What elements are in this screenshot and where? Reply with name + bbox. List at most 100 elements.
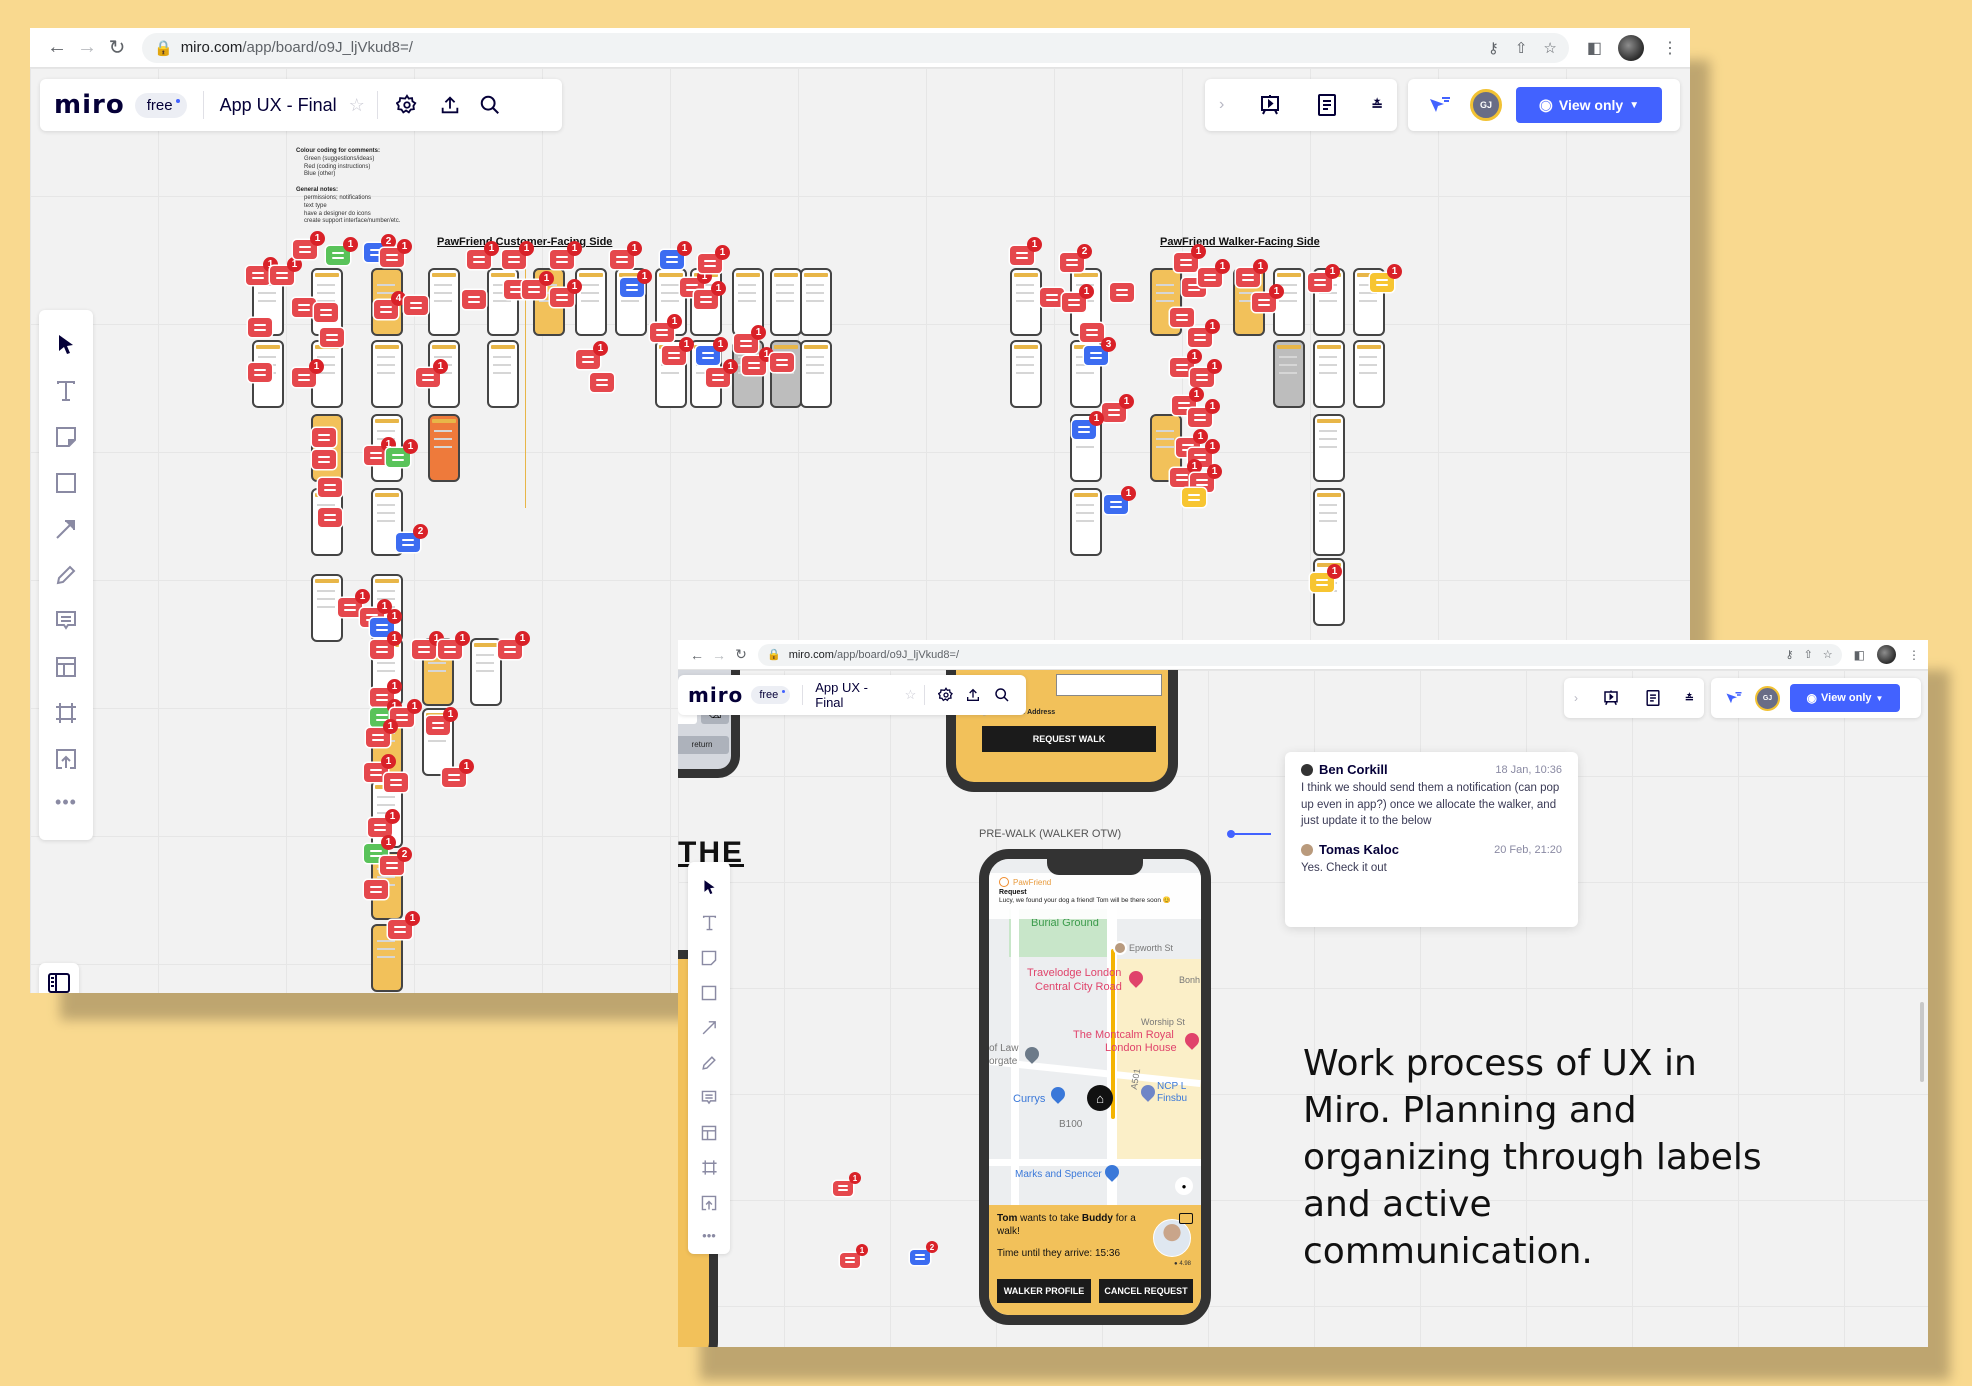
screen-mockup[interactable] xyxy=(1313,488,1345,556)
comment-marker-icon[interactable]: 1 xyxy=(660,241,692,269)
comment-marker-icon[interactable]: 1 xyxy=(364,437,396,465)
comment-marker-icon[interactable]: 1 xyxy=(576,341,608,369)
screen-mockup[interactable] xyxy=(575,268,607,336)
share-icon[interactable]: ⇧ xyxy=(1515,39,1528,57)
comment-marker-icon[interactable]: 1 xyxy=(1310,564,1342,592)
cancel-request-button[interactable]: CANCEL REQUEST xyxy=(1099,1279,1193,1303)
comment-marker-icon[interactable]: 1 xyxy=(1188,319,1220,347)
template-icon[interactable] xyxy=(55,644,77,690)
comment-marker-icon[interactable]: 2 xyxy=(396,524,428,552)
screen-mockup[interactable] xyxy=(487,340,519,408)
board-title[interactable]: App UX - Final xyxy=(815,680,896,710)
screen-mockup[interactable] xyxy=(1070,488,1102,556)
favorite-star-icon[interactable]: ☆ xyxy=(349,95,365,116)
presentation-icon[interactable] xyxy=(1258,93,1282,117)
screen-mockup[interactable] xyxy=(1313,414,1345,482)
comment-marker-icon[interactable]: 1 xyxy=(380,239,412,267)
comment-icon[interactable] xyxy=(55,598,77,644)
comment-marker-icon[interactable]: 1 xyxy=(366,719,398,747)
walker-profile-button[interactable]: WALKER PROFILE xyxy=(997,1279,1091,1303)
screen-mockup[interactable] xyxy=(428,414,460,482)
search-icon[interactable] xyxy=(987,687,1016,703)
comment-marker-icon[interactable] xyxy=(1170,308,1194,327)
cursor-icon[interactable] xyxy=(57,322,75,368)
comment-marker-icon[interactable]: 1 xyxy=(326,237,358,265)
screen-mockup[interactable] xyxy=(800,340,832,408)
screen-mockup[interactable] xyxy=(428,268,460,336)
more-icon[interactable]: ••• xyxy=(702,1220,716,1250)
forward-icon[interactable]: → xyxy=(72,36,102,59)
pen-icon[interactable] xyxy=(55,552,77,598)
comment-marker-icon[interactable] xyxy=(1040,288,1064,307)
comment-marker-icon[interactable] xyxy=(248,363,272,382)
comment-marker-icon[interactable]: 2 xyxy=(380,847,412,875)
comment-marker-icon[interactable]: 1 xyxy=(246,257,278,285)
comment-marker-icon[interactable] xyxy=(1080,323,1104,342)
share-icon[interactable]: ⇧ xyxy=(1804,648,1813,661)
comment-marker-icon[interactable]: 3 xyxy=(1084,337,1116,365)
plan-badge[interactable]: free xyxy=(134,92,187,118)
comment-marker-icon[interactable] xyxy=(318,508,342,527)
browser-profile-avatar[interactable] xyxy=(1618,34,1644,61)
screen-mockup[interactable] xyxy=(1010,268,1042,336)
address-bar[interactable]: 🔒 miro.com/app/board/o9J_ljVkud8=/ ⚷ ⇧ ☆ xyxy=(758,643,1842,666)
arrow-icon[interactable] xyxy=(54,506,78,552)
comment-marker-icon[interactable]: 1 xyxy=(386,439,418,467)
miro-logo[interactable]: miro xyxy=(54,90,125,120)
comment-marker-icon[interactable]: 1 xyxy=(498,631,530,659)
cursor-follow-icon[interactable] xyxy=(1420,95,1460,115)
expand-chevron-icon[interactable]: › xyxy=(1219,96,1224,114)
rectangle-icon[interactable] xyxy=(55,460,77,506)
sticky-note-icon[interactable] xyxy=(701,940,717,975)
settings-gear-icon[interactable] xyxy=(390,94,424,116)
back-icon[interactable]: ← xyxy=(686,647,708,663)
comment-marker-icon[interactable]: 2 xyxy=(910,1241,938,1265)
board-list-toggle[interactable] xyxy=(39,963,79,993)
chat-icon[interactable] xyxy=(1179,1213,1193,1224)
comment-marker-icon[interactable]: 1 xyxy=(1252,284,1284,312)
comment-marker-icon[interactable]: 1 xyxy=(522,271,554,299)
screen-mockup[interactable] xyxy=(800,268,832,336)
comment-marker-icon[interactable]: 1 xyxy=(412,631,444,659)
upload-icon[interactable] xyxy=(701,1185,717,1220)
comment-marker-icon[interactable] xyxy=(404,296,428,315)
collaborator-avatar[interactable]: GJ xyxy=(1755,685,1780,711)
view-only-button[interactable]: ◉ View only ▼ xyxy=(1790,684,1900,712)
screen-mockup[interactable] xyxy=(487,268,519,336)
more-icon[interactable]: ••• xyxy=(55,782,77,822)
key-icon[interactable]: ⚷ xyxy=(1488,39,1499,57)
bookmark-star-icon[interactable]: ☆ xyxy=(1823,648,1833,661)
comment-marker-icon[interactable]: 1 xyxy=(662,337,694,365)
comment-thread[interactable]: Ben Corkill 18 Jan, 10:36 I think we sho… xyxy=(1285,752,1578,927)
comment-marker-icon[interactable]: 1 xyxy=(270,257,302,285)
plan-badge[interactable]: free xyxy=(751,686,791,704)
reload-icon[interactable]: ↻ xyxy=(730,646,752,663)
expand-chevron-icon[interactable]: › xyxy=(1574,691,1578,705)
browser-profile-avatar[interactable] xyxy=(1877,645,1896,664)
more-chevrons-icon[interactable]: ≛ xyxy=(1685,692,1694,705)
favorite-star-icon[interactable]: ☆ xyxy=(905,687,917,703)
comment-marker-icon[interactable]: 1 xyxy=(1062,284,1094,312)
comment-marker-icon[interactable] xyxy=(248,318,272,337)
cursor-icon[interactable] xyxy=(703,870,716,905)
comment-marker-icon[interactable]: 1 xyxy=(696,337,728,365)
browser-menu-icon[interactable]: ⋮ xyxy=(1662,38,1678,58)
address-input[interactable] xyxy=(1056,674,1162,696)
settings-gear-icon[interactable] xyxy=(933,687,958,703)
walker-avatar[interactable] xyxy=(1153,1219,1191,1257)
export-upload-icon[interactable] xyxy=(430,94,470,116)
comment-marker-icon[interactable]: 1 xyxy=(833,1172,861,1196)
comment-marker-icon[interactable]: 1 xyxy=(416,359,448,387)
comment-marker-icon[interactable]: 1 xyxy=(293,231,325,259)
frame-icon[interactable] xyxy=(701,1150,718,1185)
sticky-note-icon[interactable] xyxy=(55,414,77,460)
comment-marker-icon[interactable]: 1 xyxy=(1198,259,1230,287)
comment-marker-icon[interactable]: 1 xyxy=(550,241,582,269)
cursor-follow-icon[interactable] xyxy=(1719,690,1749,706)
comment-marker-icon[interactable]: 1 xyxy=(370,631,402,659)
comment-marker-icon[interactable]: 1 xyxy=(1072,411,1104,439)
side-panel-icon[interactable]: ◧ xyxy=(1587,38,1602,58)
comment-marker-icon[interactable] xyxy=(770,353,794,372)
browser-menu-icon[interactable]: ⋮ xyxy=(1908,648,1920,662)
comment-marker-icon[interactable]: 1 xyxy=(620,269,652,297)
